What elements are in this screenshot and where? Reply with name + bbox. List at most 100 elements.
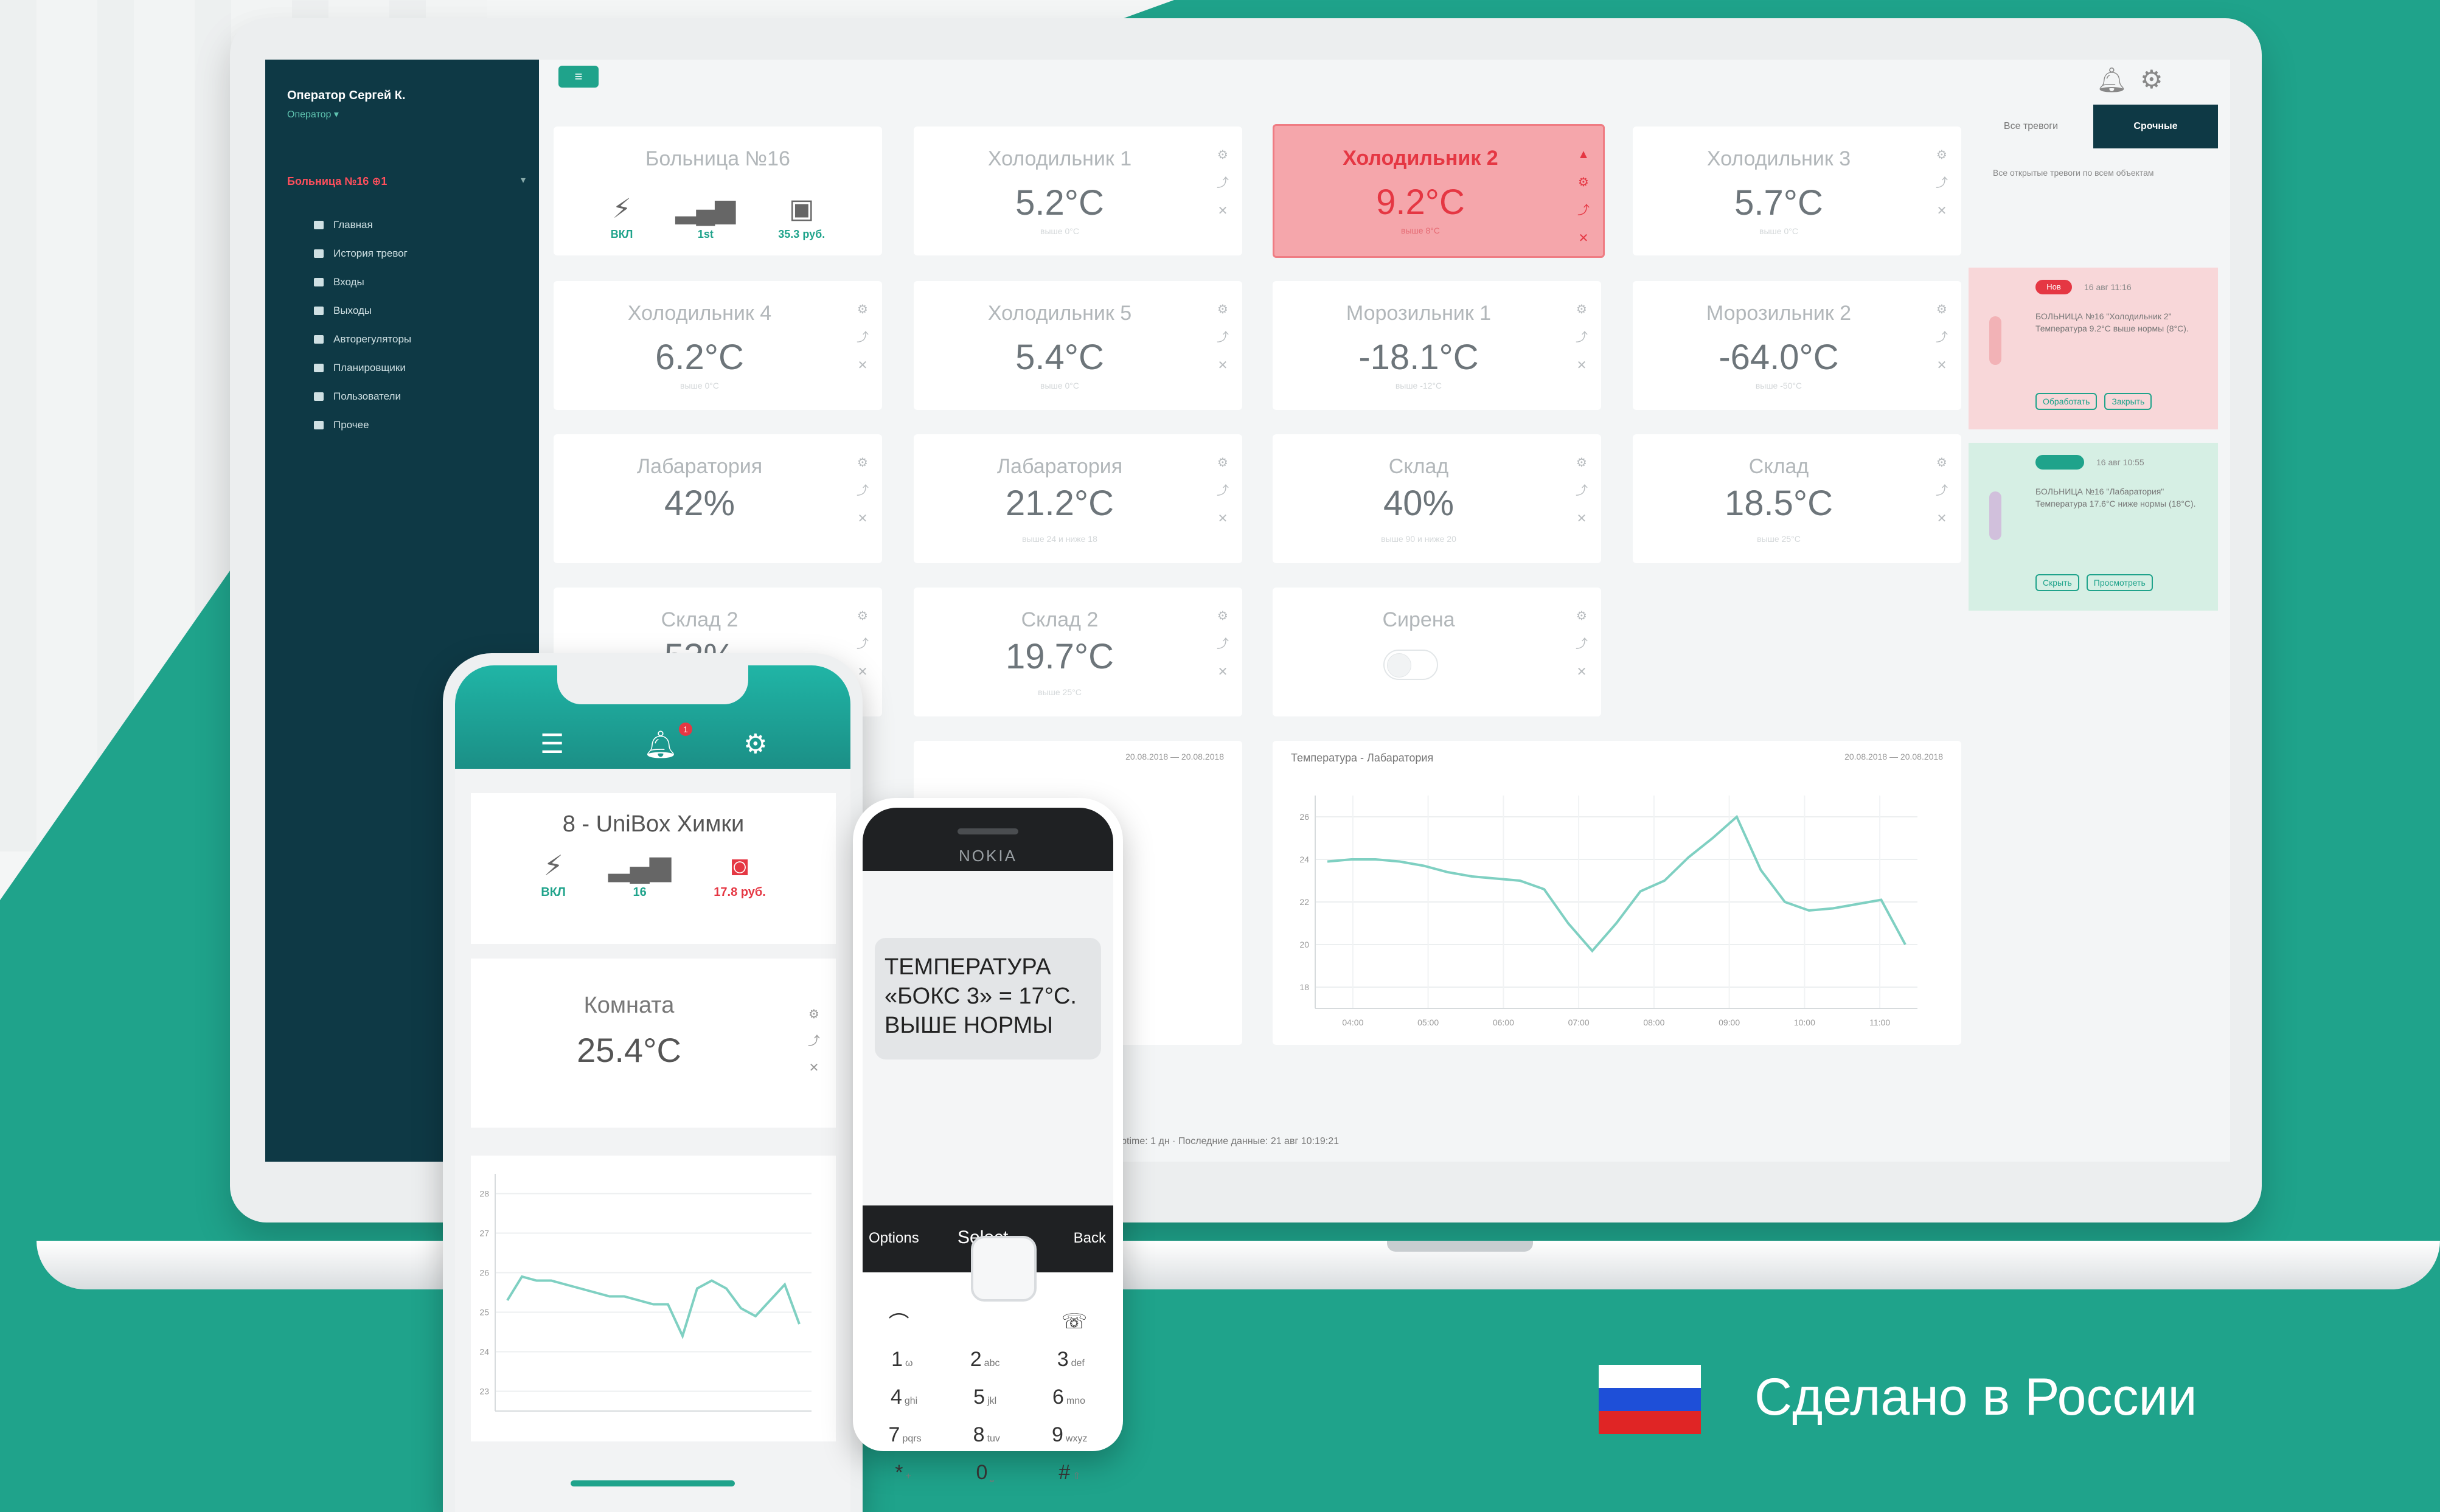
- process-button[interactable]: Обработать: [2035, 393, 2098, 410]
- sensor-card[interactable]: Морозильник 1 -18.1°C выше -12°C ⚙ ⤴ ✕: [1273, 281, 1601, 410]
- sidebar-item-autoregulators[interactable]: Авторегуляторы: [314, 325, 411, 353]
- close-icon[interactable]: ✕: [1577, 224, 1590, 252]
- close-icon[interactable]: ✕: [857, 352, 869, 380]
- chart-icon[interactable]: ⤴: [1217, 169, 1229, 197]
- chart-icon[interactable]: ⤴: [857, 324, 869, 352]
- key-2[interactable]: 2 abc: [970, 1348, 1000, 1372]
- nav-key[interactable]: [971, 1236, 1037, 1302]
- chart-icon[interactable]: ⤴: [1576, 477, 1588, 505]
- close-icon[interactable]: ✕: [1576, 658, 1588, 686]
- end-call-key-icon[interactable]: ☏: [1062, 1309, 1088, 1334]
- settings-icon[interactable]: ⚙: [1217, 602, 1229, 630]
- sensor-card[interactable]: Холодильник 4 6.2°C выше 0°C ⚙ ⤴ ✕: [554, 281, 882, 410]
- sidebar-item-users[interactable]: Пользователи: [314, 382, 411, 411]
- view-button[interactable]: Просмотреть: [2086, 574, 2153, 591]
- close-icon[interactable]: ✕: [1217, 197, 1229, 225]
- key-5[interactable]: 5 jkl: [973, 1385, 996, 1409]
- siren-toggle[interactable]: [1383, 650, 1438, 680]
- settings-icon[interactable]: ⚙: [1936, 449, 1948, 477]
- sidebar-item-schedulers[interactable]: Планировщики: [314, 353, 411, 382]
- chart-icon[interactable]: ⤴: [1576, 630, 1588, 658]
- chart-icon[interactable]: ⤴: [857, 477, 869, 505]
- sidebar-item-inputs[interactable]: Входы: [314, 268, 411, 296]
- tab-all-alarms[interactable]: Все тревоги: [1969, 105, 2093, 148]
- chart-icon[interactable]: ⤴: [1936, 477, 1948, 505]
- close-icon[interactable]: ✕: [1936, 505, 1948, 533]
- settings-icon[interactable]: ⚙: [1217, 141, 1229, 169]
- settings-icon[interactable]: ⚙: [857, 296, 869, 324]
- sidebar-item-home[interactable]: Главная: [314, 210, 411, 239]
- settings-icon[interactable]: ⚙: [808, 1001, 820, 1028]
- menu-icon[interactable]: ☰: [540, 729, 564, 760]
- key-hash[interactable]: # ⇧: [1058, 1461, 1080, 1485]
- sidebar-org[interactable]: Больница №16 ⊕1: [287, 175, 387, 188]
- sidebar-user[interactable]: Оператор Сергей К.: [287, 89, 405, 103]
- close-icon[interactable]: ✕: [1936, 352, 1948, 380]
- hide-button[interactable]: Скрыть: [2035, 574, 2079, 591]
- chart-icon[interactable]: ⤴: [1936, 169, 1948, 197]
- notification-item[interactable]: Нов 16 авг 11:16 БОЛЬНИЦА №16 "Холодильн…: [1969, 268, 2218, 429]
- close-icon[interactable]: ✕: [1217, 505, 1229, 533]
- key-6[interactable]: 6 mno: [1052, 1385, 1085, 1409]
- chart-icon[interactable]: ⤴: [1217, 477, 1229, 505]
- settings-icon[interactable]: ⚙: [1936, 296, 1948, 324]
- settings-icon[interactable]: ⚙: [1217, 296, 1229, 324]
- chart-date-range[interactable]: 20.08.2018 — 20.08.2018: [1125, 752, 1224, 761]
- bell-icon[interactable]: ▲: [1577, 140, 1590, 168]
- sidebar-item-other[interactable]: Прочее: [314, 411, 411, 439]
- settings-icon[interactable]: ⚙: [1576, 449, 1588, 477]
- sensor-card[interactable]: Склад 18.5°C выше 25°C ⚙ ⤴ ✕: [1633, 434, 1961, 563]
- key-4[interactable]: 4 ghi: [891, 1385, 917, 1409]
- settings-icon[interactable]: ⚙: [857, 602, 869, 630]
- key-8[interactable]: 8 tuv: [973, 1423, 1000, 1447]
- sidebar-item-outputs[interactable]: Выходы: [314, 296, 411, 325]
- settings-icon[interactable]: ⚙: [1217, 449, 1229, 477]
- call-key-icon[interactable]: ⌒: [889, 1307, 909, 1337]
- key-3[interactable]: 3 def: [1057, 1348, 1085, 1372]
- key-0[interactable]: 0 ⎵: [976, 1461, 993, 1485]
- gear-icon[interactable]: ⚙: [2140, 64, 2163, 94]
- settings-icon[interactable]: ⚙: [1576, 602, 1588, 630]
- key-1[interactable]: 1ω: [891, 1348, 912, 1372]
- settings-icon[interactable]: ⚙: [857, 449, 869, 477]
- chevron-down-icon[interactable]: ▾: [521, 174, 526, 186]
- settings-icon[interactable]: ⚙: [1576, 296, 1588, 324]
- bell-icon[interactable]: 🔔︎: [2096, 66, 2127, 94]
- chart-icon[interactable]: ⤴: [1577, 196, 1590, 224]
- close-icon[interactable]: ✕: [1576, 505, 1588, 533]
- sensor-card[interactable]: Холодильник 5 5.4°C выше 0°C ⚙ ⤴ ✕: [914, 281, 1242, 410]
- sidebar-role[interactable]: Оператор ▾: [287, 108, 339, 120]
- bell-icon[interactable]: 🔔︎: [644, 729, 678, 760]
- sensor-card[interactable]: Лабаратория 21.2°C выше 24 и ниже 18 ⚙ ⤴ ✕: [914, 434, 1242, 563]
- tab-urgent-alarms[interactable]: Срочные: [2093, 105, 2218, 148]
- settings-icon[interactable]: ⚙: [1577, 168, 1590, 196]
- sensor-card[interactable]: Лабаратория 42% ⚙ ⤴ ✕: [554, 434, 882, 563]
- sensor-card[interactable]: Склад 2 19.7°C выше 25°C ⚙ ⤴ ✕: [914, 588, 1242, 716]
- chart-icon[interactable]: ⤴: [1217, 630, 1229, 658]
- close-icon[interactable]: ✕: [808, 1055, 820, 1081]
- chart-icon[interactable]: ⤴: [808, 1028, 820, 1055]
- softkey-options[interactable]: Options: [869, 1230, 919, 1247]
- chart-icon[interactable]: ⤴: [1936, 324, 1948, 352]
- phone-device-card[interactable]: 8 - UniBox Химки ⚡ ВКЛ ▂▄▆ 16 ◙ 17.8 руб.: [471, 793, 836, 944]
- close-icon[interactable]: ✕: [1217, 352, 1229, 380]
- settings-icon[interactable]: ⚙: [1936, 141, 1948, 169]
- softkey-back[interactable]: Back: [1074, 1230, 1106, 1247]
- key-9[interactable]: 9 wxyz: [1052, 1423, 1087, 1447]
- sidebar-item-alarm-history[interactable]: История тревог: [314, 239, 411, 268]
- siren-card[interactable]: Сирена ⚙ ⤴ ✕: [1273, 588, 1601, 716]
- device-card-hospital[interactable]: Больница №16 ⚡ ВКЛ ▂▄▆ 1st ▣ 35.3 руб.: [554, 127, 882, 255]
- key-star[interactable]: * +: [895, 1461, 911, 1485]
- notification-item[interactable]: 16 авг 10:55 БОЛЬНИЦА №16 "Лабаратория" …: [1969, 443, 2218, 611]
- sensor-card[interactable]: Холодильник 1 5.2°C выше 0°C ⚙ ⤴ ✕: [914, 127, 1242, 255]
- chart-icon[interactable]: ⤴: [1576, 324, 1588, 352]
- menu-toggle-button[interactable]: ≡: [558, 66, 599, 88]
- close-icon[interactable]: ✕: [857, 505, 869, 533]
- key-7[interactable]: 7 pqrs: [889, 1423, 922, 1447]
- gear-icon[interactable]: ⚙: [743, 729, 767, 760]
- phone-room-card[interactable]: Комната 25.4°C ⚙ ⤴ ✕: [471, 959, 836, 1128]
- close-icon[interactable]: ✕: [1576, 352, 1588, 380]
- close-icon[interactable]: ✕: [1217, 658, 1229, 686]
- close-icon[interactable]: ✕: [1936, 197, 1948, 225]
- chart-icon[interactable]: ⤴: [1217, 324, 1229, 352]
